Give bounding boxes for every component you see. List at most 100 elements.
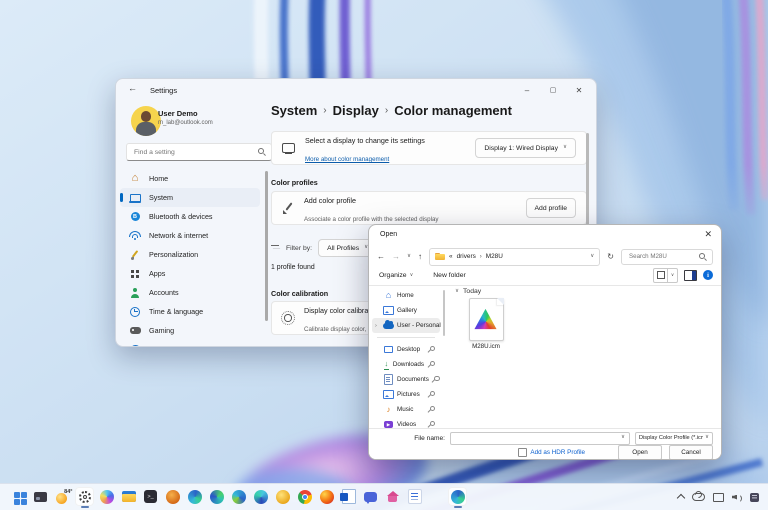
chevron-down-icon: ∨	[455, 289, 459, 295]
display-network-icon[interactable]	[713, 493, 724, 502]
nav-up-icon[interactable]: ↑	[418, 253, 422, 261]
sidebar-item-time-language[interactable]: Time & language	[120, 302, 260, 321]
volume-icon[interactable]	[732, 493, 742, 502]
sidebar-item-downloads[interactable]: ↓ Downloads	[372, 357, 440, 372]
sidebar-item-user-personal[interactable]: › User - Personal	[372, 318, 440, 333]
sidebar-item-system[interactable]: System	[120, 188, 260, 207]
pen-icon	[282, 202, 294, 214]
sidebar-item-documents[interactable]: Documents	[372, 372, 440, 387]
avatar[interactable]	[131, 106, 161, 136]
apps-icon	[129, 268, 141, 280]
nav-forward-icon[interactable]: →	[392, 253, 400, 261]
cancel-button[interactable]: Cancel	[669, 445, 713, 460]
organize-menu[interactable]: Organize ∨	[379, 272, 413, 279]
more-about-color-management-link[interactable]: More about color management	[305, 156, 389, 163]
add-as-hdr-checkbox[interactable]: Add as HDR Profile	[518, 448, 585, 457]
taskbar-icon-todo[interactable]	[405, 487, 424, 506]
search-app-icon	[34, 492, 47, 502]
sidebar-item-bluetooth[interactable]: B Bluetooth & devices	[120, 207, 260, 226]
sidebar-item-home[interactable]: ⌂ Home	[372, 288, 440, 303]
close-button[interactable]: ✕	[566, 81, 592, 99]
sidebar-item-pictures[interactable]: Pictures	[372, 387, 440, 402]
settings-search-box[interactable]	[126, 143, 272, 161]
taskbar-icon-weather[interactable]: 84°	[53, 487, 72, 506]
address-overflow[interactable]: «	[449, 253, 453, 260]
group-header-today[interactable]: ∨ Today	[455, 288, 481, 295]
nav-recent-chevron-icon[interactable]: ∨	[407, 254, 411, 260]
taskbar-icon-search[interactable]	[31, 487, 50, 506]
file-name-combo[interactable]: ∨	[450, 432, 630, 445]
address-crumb-drivers[interactable]: drivers	[457, 253, 476, 260]
address-bar[interactable]: « drivers › M28U ∨	[429, 248, 600, 266]
taskbar-icon-start[interactable]	[9, 487, 28, 506]
file-name-label: M28U.icm	[472, 343, 500, 350]
settings-search-input[interactable]	[132, 148, 258, 157]
address-crumb-m28u[interactable]: M28U	[486, 253, 503, 260]
taskbar-icon-chrome[interactable]	[295, 487, 314, 506]
taskbar-icon-word[interactable]	[339, 487, 358, 506]
sidebar-item-network[interactable]: Network & internet	[120, 226, 260, 245]
sidebar-item-personalization[interactable]: Personalization	[120, 245, 260, 264]
taskbar-icon-edge-channel-1[interactable]	[185, 487, 204, 506]
sun-icon	[282, 312, 294, 324]
powertoys-icon	[166, 490, 180, 504]
large-icons-view-icon[interactable]	[654, 269, 668, 282]
taskbar-icon-powertoys[interactable]	[163, 487, 182, 506]
address-dropdown-icon[interactable]: ∨	[590, 254, 594, 260]
breadcrumb-system[interactable]: System	[271, 103, 317, 118]
dialog-close-button[interactable]: ✕	[704, 229, 712, 240]
taskbar-icon-file-explorer[interactable]	[119, 487, 138, 506]
maximize-button[interactable]: ▢	[540, 81, 566, 99]
breadcrumb-display[interactable]: Display	[333, 103, 379, 118]
sidebar-scrollbar[interactable]	[265, 171, 268, 321]
preview-pane-icon[interactable]	[684, 270, 697, 281]
documents-icon	[384, 374, 393, 385]
taskbar-icon-running-app[interactable]	[448, 487, 467, 506]
onedrive-icon	[383, 323, 394, 329]
view-mode-split-button[interactable]: ∨	[653, 268, 678, 283]
taskbar-icon-edge-channel-4[interactable]	[251, 487, 270, 506]
chevron-down-icon[interactable]: ∨	[621, 435, 625, 441]
file-tile-m28u-icm[interactable]: M28U.icm	[459, 298, 513, 350]
taskbar-icon-terminal[interactable]: >_	[141, 487, 160, 506]
tray-chevron-up-icon[interactable]	[677, 494, 685, 502]
add-profile-button[interactable]: Add profile	[526, 198, 577, 218]
back-arrow-icon[interactable]: ←	[128, 83, 137, 93]
taskbar-icon-edge-channel-2[interactable]	[207, 487, 226, 506]
chevron-right-icon: ›	[480, 254, 482, 260]
onedrive-icon[interactable]	[692, 493, 705, 501]
open-button[interactable]: Open	[618, 445, 662, 460]
sidebar-item-home[interactable]: ⌂ Home	[120, 169, 260, 188]
dialog-search-box[interactable]	[621, 249, 713, 265]
taskbar-icon-copilot[interactable]	[97, 487, 116, 506]
display-selector-dropdown[interactable]: Display 1: Wired Display ∨	[475, 138, 576, 158]
taskbar-icon-edge-canary[interactable]	[273, 487, 292, 506]
sidebar-item-accounts[interactable]: Accounts	[120, 283, 260, 302]
sidebar-item-desktop[interactable]: Desktop	[372, 342, 440, 357]
checkbox-icon[interactable]	[518, 448, 527, 457]
minimize-button[interactable]: –	[514, 81, 540, 99]
dialog-search-input[interactable]	[627, 252, 699, 261]
taskbar-icon-firefox[interactable]	[317, 487, 336, 506]
nav-back-icon[interactable]: ←	[377, 253, 385, 261]
sidebar-item-apps[interactable]: Apps	[120, 264, 260, 283]
touch-keyboard-icon[interactable]	[750, 493, 759, 502]
taskbar-icon-settings[interactable]	[75, 487, 94, 506]
expand-chevron-icon[interactable]: ›	[375, 323, 377, 329]
sidebar-item-music[interactable]: ♪ Music	[372, 402, 440, 417]
chrome-icon	[298, 490, 312, 504]
view-dropdown-icon[interactable]: ∨	[668, 269, 677, 282]
sidebar-item-gaming[interactable]: Gaming	[120, 321, 260, 340]
taskbar-icon-family[interactable]	[383, 487, 402, 506]
details-info-icon[interactable]: i	[703, 270, 713, 280]
pin-icon	[428, 406, 435, 413]
file-name-input[interactable]	[455, 434, 621, 443]
refresh-icon[interactable]: ↻	[607, 252, 614, 261]
taskbar-icon-chat[interactable]	[361, 487, 380, 506]
file-type-dropdown[interactable]: Display Color Profile (*.icm; *.ic ∨	[635, 432, 713, 445]
dialog-navigation-row: ← → ∨ ↑ « drivers › M28U ∨ ↻	[377, 247, 713, 266]
new-folder-button[interactable]: New folder	[433, 272, 466, 279]
sidebar-item-accessibility-partial[interactable]	[120, 340, 260, 347]
taskbar-icon-edge-channel-3[interactable]	[229, 487, 248, 506]
sidebar-item-gallery[interactable]: Gallery	[372, 303, 440, 318]
